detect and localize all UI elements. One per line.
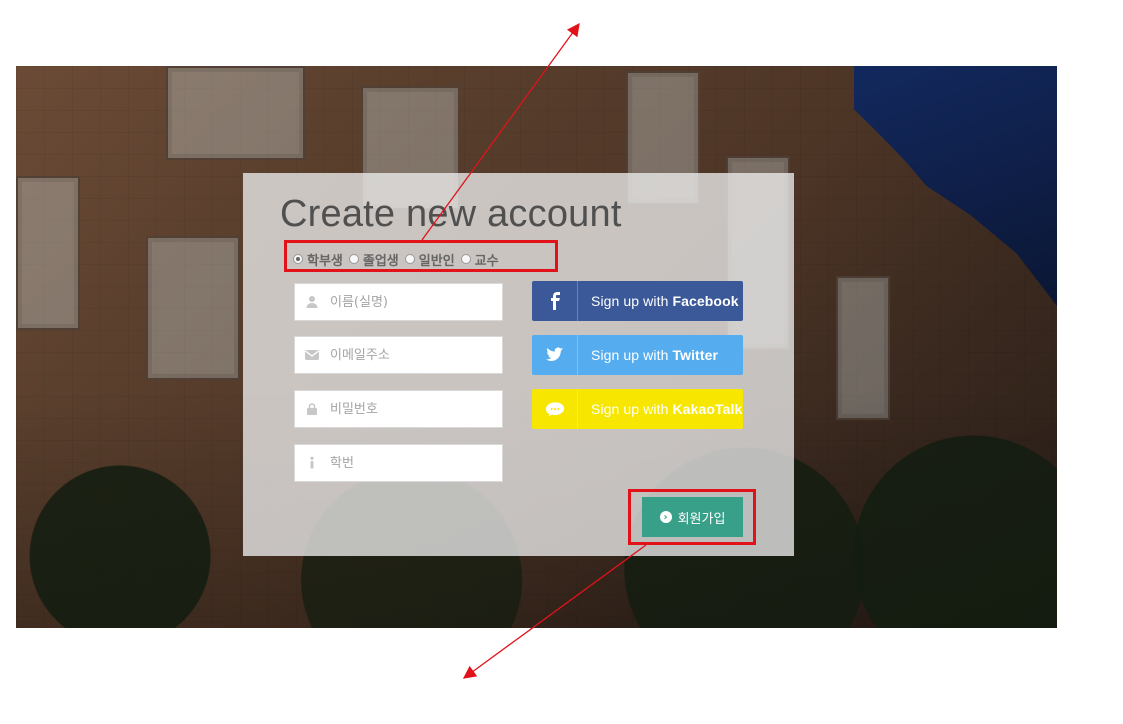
building-window [166, 66, 305, 160]
user-icon [295, 284, 328, 320]
twitter-icon [532, 335, 578, 375]
signup-button-label: 회원가입 [677, 511, 726, 527]
user-type-option[interactable]: 학부생 [293, 250, 343, 269]
radio-button[interactable] [293, 254, 303, 264]
radio-label: 학부생 [307, 253, 343, 269]
signup-prefix-text: Sign up with [591, 401, 673, 417]
signup-brand-text: Twitter [672, 347, 719, 363]
facebook-icon [532, 281, 578, 321]
kakaotalk-signup-label: Sign up with KakaoTalk [578, 401, 742, 417]
signup-brand-text: KakaoTalk [672, 401, 743, 417]
kakaotalk-signup-button[interactable]: Sign up with KakaoTalk [532, 389, 743, 429]
student-id-field-wrapper [294, 444, 503, 482]
facebook-signup-label: Sign up with Facebook [578, 293, 739, 309]
building-window [146, 236, 240, 380]
radio-label: 졸업생 [362, 253, 399, 269]
sky-area [854, 66, 1057, 306]
password-input[interactable] [328, 390, 502, 428]
chat-bubble-icon [532, 389, 578, 429]
user-type-option[interactable]: 교수 [460, 250, 499, 269]
user-type-option[interactable]: 일반인 [404, 250, 455, 269]
email-field-wrapper [294, 336, 503, 374]
radio-button[interactable] [404, 254, 415, 264]
signup-prefix-text: Sign up with [591, 347, 673, 363]
radio-label: 교수 [474, 253, 499, 269]
user-type-option[interactable]: 졸업생 [348, 250, 399, 269]
building-window [16, 176, 80, 330]
name-input[interactable] [328, 283, 502, 321]
facebook-signup-button[interactable]: Sign up with Facebook [532, 281, 743, 321]
name-field-wrapper [294, 283, 503, 321]
page-title: Create new account [280, 193, 622, 235]
student-id-input[interactable] [328, 444, 502, 482]
radio-button[interactable] [460, 254, 471, 264]
email-input[interactable] [328, 336, 502, 374]
envelope-icon [295, 337, 328, 373]
user-type-radio-group: 학부생 졸업생 일반인 교수 [293, 248, 499, 270]
info-icon [295, 445, 328, 481]
twitter-signup-button[interactable]: Sign up with Twitter [532, 335, 743, 375]
password-field-wrapper [294, 390, 503, 428]
radio-button[interactable] [348, 254, 359, 264]
signup-prefix-text: Sign up with [591, 293, 673, 309]
signup-brand-text: Facebook [672, 293, 739, 309]
lock-icon [295, 391, 328, 427]
twitter-signup-label: Sign up with Twitter [578, 347, 718, 363]
radio-label: 일반인 [418, 253, 455, 269]
signup-card: Create new account 학부생 졸업생 일반인 교수 이름(실명)… [243, 173, 794, 556]
arrow-circle-right-icon: › [659, 511, 672, 523]
signup-button[interactable]: › 회원가입 [642, 497, 743, 537]
